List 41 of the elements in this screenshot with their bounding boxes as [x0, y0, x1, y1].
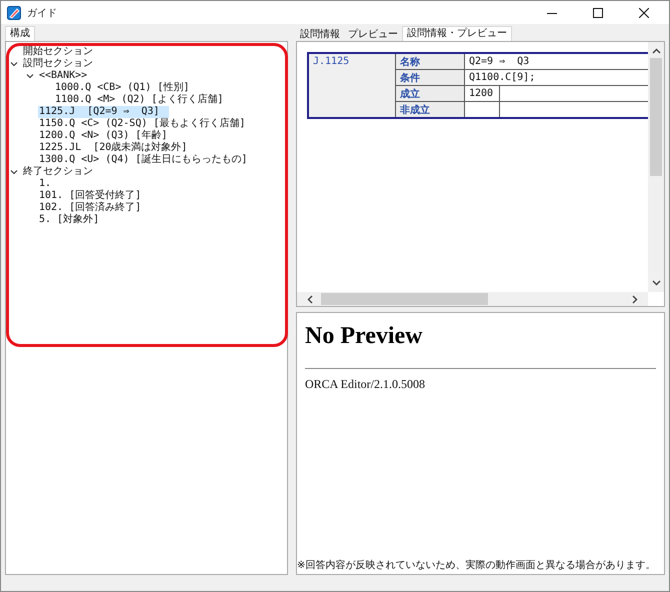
scroll-up-icon[interactable] [652, 48, 660, 54]
horizontal-scrollbar[interactable] [297, 292, 648, 306]
scroll-down-icon[interactable] [652, 280, 660, 286]
table-cell: 1200 [464, 86, 500, 102]
tree-item[interactable]: 設問セクション [22, 58, 94, 70]
window-title: ガイド [27, 6, 57, 20]
scroll-right-icon[interactable] [632, 294, 638, 304]
scroll-left-icon[interactable] [307, 294, 313, 304]
vertical-scrollbar[interactable] [648, 42, 664, 292]
tree-item[interactable]: 1225.JL [20歳未満は対象外] [38, 142, 188, 154]
tree-item[interactable]: 101. [回答受付終了] [38, 190, 142, 202]
preview-heading: No Preview [305, 323, 424, 350]
tab[interactable]: プレビュー [344, 28, 402, 41]
tree-item[interactable]: 1150.Q <C> (Q2-SQ) [最もよく行く店舗] [38, 118, 246, 130]
tree-item[interactable]: 1100.Q <M> (Q2) [よく行く店舗] [54, 94, 224, 106]
table-cell: 条件 [396, 70, 464, 86]
note-text: ※回答内容が反映されていないため、実際の動作画面と異なる場合があります。 [297, 558, 656, 572]
maximize-icon[interactable] [593, 8, 603, 18]
tab[interactable]: 構成 [5, 26, 35, 41]
table-cell: 成立 [396, 86, 464, 102]
tree-item[interactable]: <<BANK>> [38, 70, 88, 82]
chevron-icon[interactable] [10, 169, 18, 175]
table-cell: 名称 [396, 53, 464, 70]
tree-item[interactable]: 開始セクション [22, 46, 94, 58]
tree-item[interactable]: 1300.Q <U> (Q4) [誕生日にもらったもの] [38, 154, 248, 166]
chevron-icon[interactable] [26, 73, 34, 79]
app-icon [7, 6, 21, 20]
tree-item[interactable]: 5. [対象外] [38, 214, 100, 226]
close-icon[interactable] [639, 8, 649, 18]
table-cell: 非成立 [396, 102, 464, 118]
version-text: ORCA Editor/2.1.0.5008 [305, 377, 426, 392]
tree-item[interactable]: 1200.Q <N> (Q3) [年齢] [38, 130, 168, 142]
tab[interactable]: 設問情報・プレビュー [402, 26, 512, 41]
tree-item[interactable]: 終了セクション [22, 166, 94, 178]
chevron-icon[interactable] [10, 61, 18, 67]
table-cell: J.1125 [308, 53, 396, 118]
tab[interactable]: 設問情報 [296, 28, 344, 41]
tree-item[interactable]: 1. [38, 178, 52, 190]
tree-item[interactable]: 102. [回答済み終了] [38, 202, 142, 214]
tree-item[interactable]: 1000.Q <CB> (Q1) [性別] [54, 82, 190, 94]
tree-item[interactable]: 1125.J [Q2=9 ⇒ Q3] [38, 106, 170, 118]
